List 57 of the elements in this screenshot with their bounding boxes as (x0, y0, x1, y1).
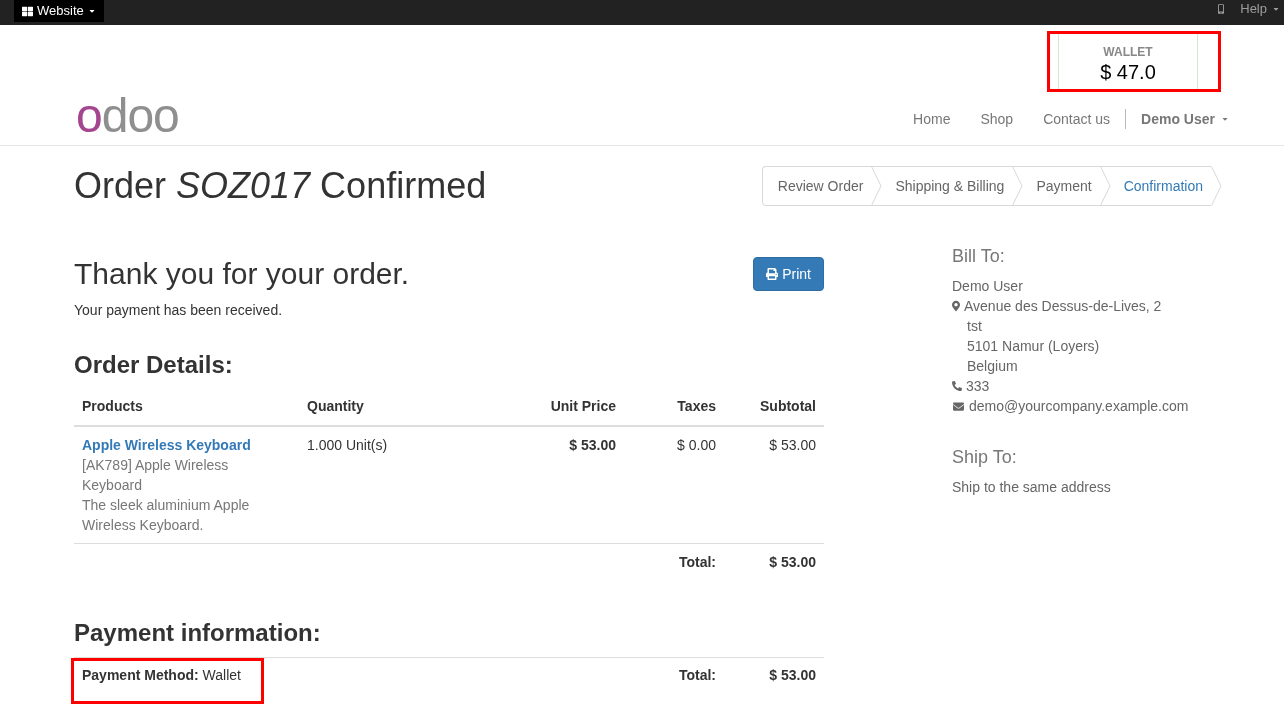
checkout-step[interactable]: Shipping & Billing (882, 166, 1013, 206)
phone-icon (952, 381, 962, 391)
product-description: The sleek aluminium Apple Wireless Keyboard. (82, 496, 251, 535)
total-amount: $ 53.00 (769, 667, 816, 683)
thank-you-heading: Thank you for your order. (74, 256, 410, 292)
order-details-heading: Order Details: (74, 350, 234, 380)
total-amount: $ 53.00 (769, 554, 816, 570)
grid-icon (22, 5, 33, 17)
caret-icon (87, 7, 96, 15)
product-link[interactable]: Apple Wireless Keyboard (82, 435, 291, 455)
column-header: Subtotal (760, 398, 816, 414)
shipping-note: Ship to the same address (952, 478, 1112, 497)
user-menu[interactable]: Demo User (1126, 108, 1229, 129)
column-header: Quantity (307, 398, 364, 414)
email-address: demo@yourcompany.example.com (969, 397, 1189, 416)
payment-method: Payment Method: Wallet (82, 667, 241, 683)
bill-to-heading: Bill To: (952, 245, 1006, 268)
wallet-balance: $ 47.0 (1100, 60, 1156, 84)
step-arrow-divider (1099, 166, 1111, 206)
address-line: 5101 Namur (Loyers) (966, 337, 1101, 356)
caret-icon (1272, 5, 1280, 13)
page-title: Order SOZ017 Confirmed (74, 166, 487, 206)
envelope-icon (952, 400, 965, 412)
checkout-step[interactable]: Review Order (761, 166, 872, 206)
map-marker-icon (952, 300, 960, 312)
address-line: Belgium (966, 357, 1019, 376)
total-label: Total: (678, 667, 716, 683)
checkout-step[interactable]: Confirmation (1110, 166, 1211, 206)
column-header: Unit Price (550, 398, 616, 414)
phone-number: 333 (966, 377, 990, 396)
payment-information-heading: Payment information: (74, 618, 322, 648)
column-header: Products (82, 398, 143, 414)
wallet-label: WALLET (1103, 44, 1153, 60)
nav-link[interactable]: Home (898, 108, 966, 129)
print-icon (766, 268, 779, 280)
payment-message: Your payment has been received. (74, 301, 284, 320)
table-cell: $ 53.00 (769, 437, 816, 453)
step-arrow-divider (871, 166, 883, 206)
print-button[interactable]: Print (753, 257, 824, 291)
product-description: [AK789] Apple Wireless Keyboard (82, 456, 230, 495)
nav-link[interactable]: Contact us (1028, 108, 1126, 129)
step-arrow-divider (1012, 166, 1024, 206)
help-menu[interactable]: Help (1240, 0, 1280, 19)
logo[interactable]: odoo (76, 95, 179, 142)
column-header: Taxes (677, 398, 716, 414)
nav-link[interactable]: Shop (965, 108, 1029, 129)
checkout-step[interactable]: Payment (1023, 166, 1100, 206)
address-line: Avenue des Dessus-de-Lives, 2 (964, 297, 1162, 316)
address-line: tst (966, 317, 983, 336)
customer-name: Demo User (952, 277, 1024, 296)
table-cell: $ 53.00 (569, 437, 616, 453)
table-cell: 1.000 Unit(s) (307, 437, 388, 453)
ship-to-heading: Ship To: (952, 446, 1018, 469)
website-menu[interactable]: Website (14, 0, 104, 22)
mobile-icon[interactable] (1218, 4, 1225, 14)
table-cell: $ 0.00 (677, 437, 716, 453)
total-label: Total: (678, 554, 716, 570)
